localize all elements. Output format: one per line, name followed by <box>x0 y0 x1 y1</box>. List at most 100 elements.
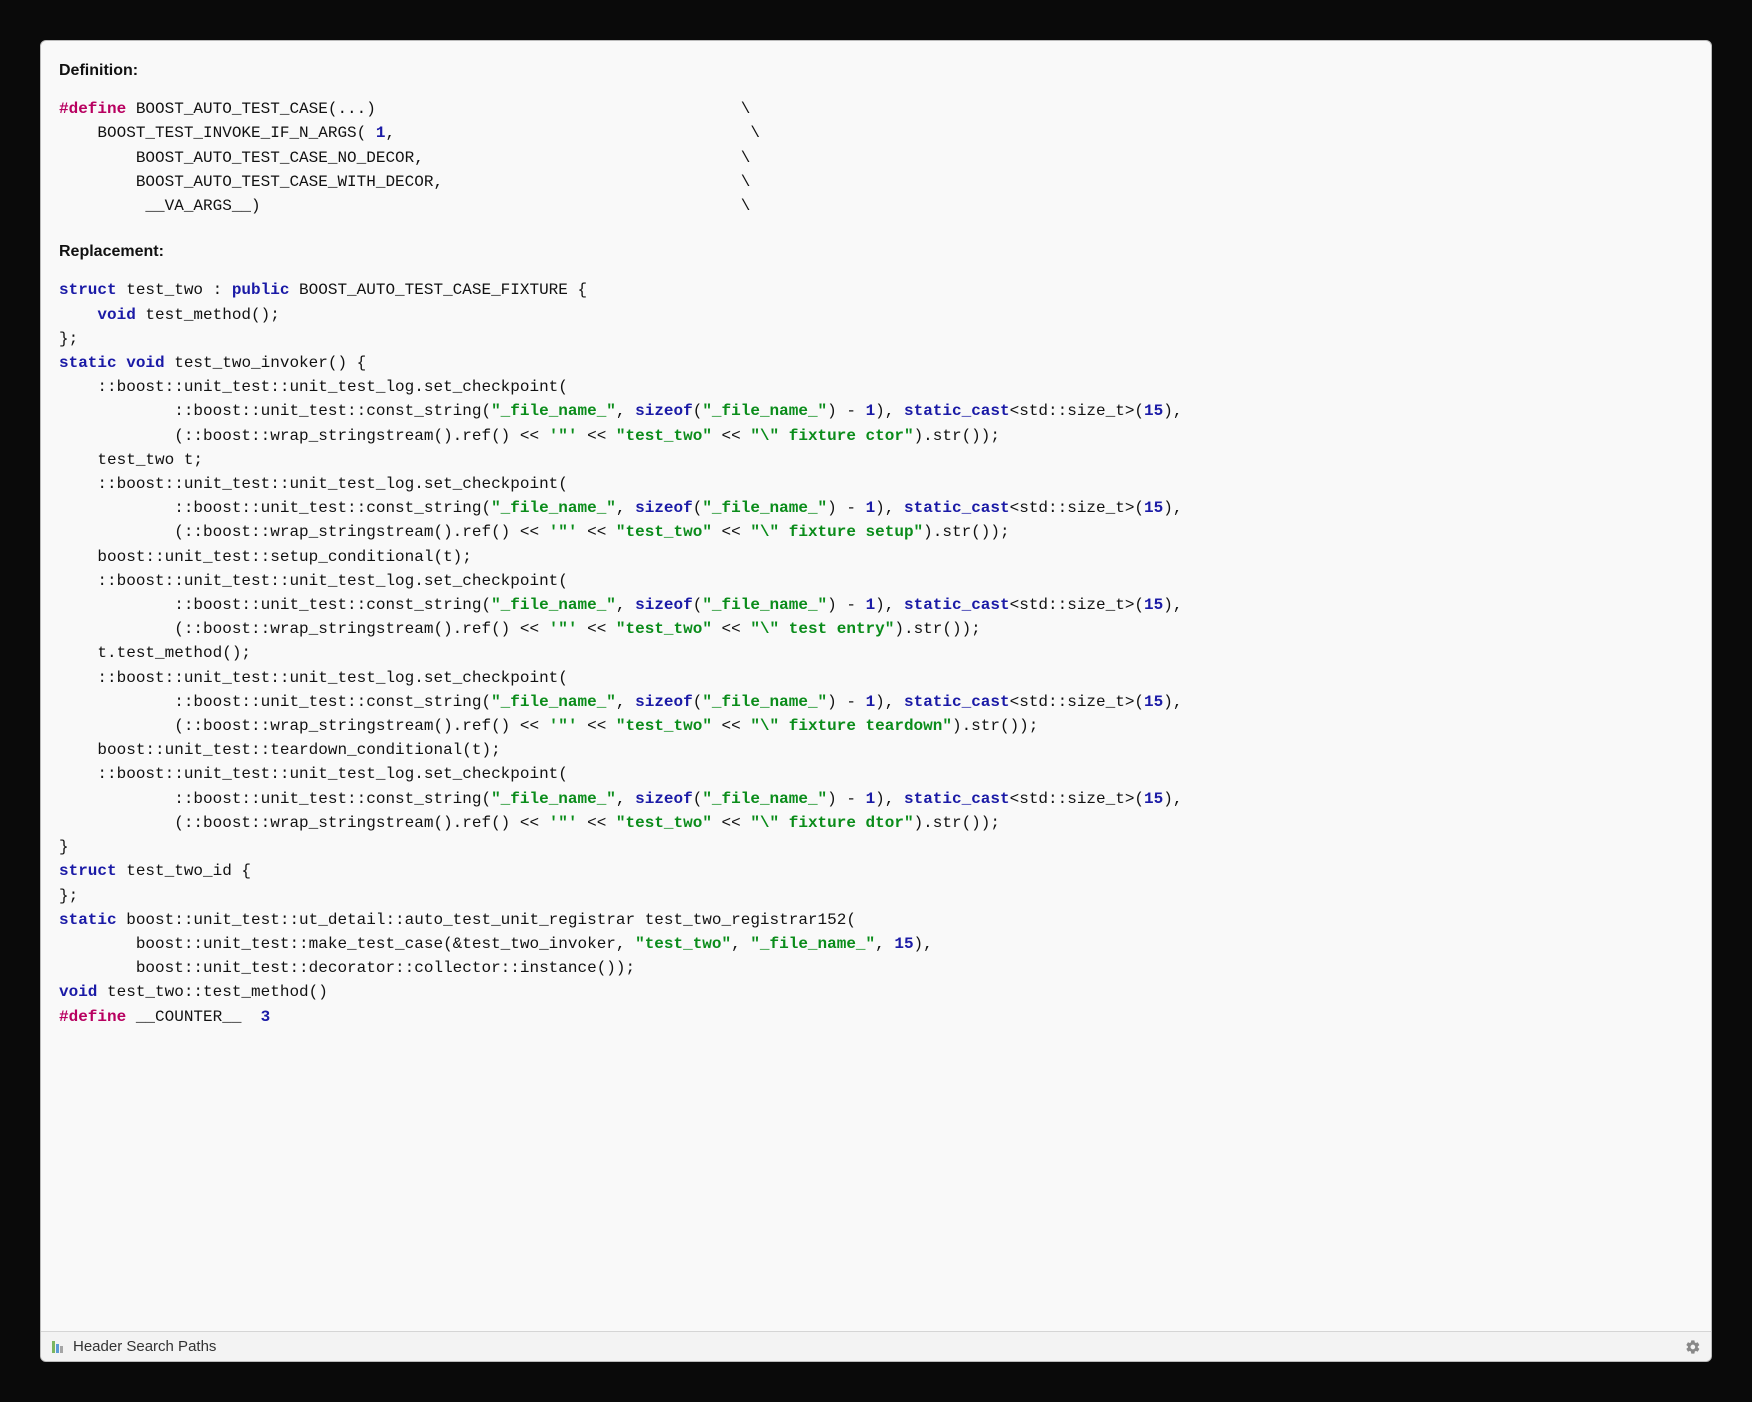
token: test_two_id { <box>117 862 251 880</box>
token: <std::size_t>( <box>1010 790 1144 808</box>
token: << <box>712 814 750 832</box>
token: static_cast <box>904 790 1010 808</box>
token: boost::unit_test::teardown_conditional(t… <box>59 741 501 759</box>
token: "test_two" <box>616 814 712 832</box>
replacement-code[interactable]: struct test_two : public BOOST_AUTO_TEST… <box>59 278 1693 1028</box>
token: ::boost::unit_test::unit_test_log.set_ch… <box>59 669 568 687</box>
token: test_two : <box>117 281 232 299</box>
token: << <box>712 717 750 735</box>
token: 1 <box>866 790 876 808</box>
token: ).str()); <box>914 814 1000 832</box>
token: ).str()); <box>923 523 1009 541</box>
token: << <box>578 523 616 541</box>
token: "\" fixture teardown" <box>750 717 952 735</box>
token: sizeof <box>635 402 693 420</box>
content-area[interactable]: Definition: #define BOOST_AUTO_TEST_CASE… <box>41 41 1711 1331</box>
token: << <box>578 814 616 832</box>
token: sizeof <box>635 499 693 517</box>
token: , \ <box>385 124 759 142</box>
token: '"' <box>549 717 578 735</box>
token: ), <box>875 402 904 420</box>
token: boost::unit_test::setup_conditional(t); <box>59 548 472 566</box>
token: sizeof <box>635 693 693 711</box>
token: ::boost::unit_test::unit_test_log.set_ch… <box>59 378 568 396</box>
token: "test_two" <box>616 717 712 735</box>
token: "_file_name_" <box>491 693 616 711</box>
token: __VA_ARGS__) \ <box>59 197 750 215</box>
token: } <box>59 838 69 856</box>
token: <std::size_t>( <box>1010 402 1144 420</box>
token: BOOST_TEST_INVOKE_IF_N_ARGS( <box>59 124 376 142</box>
token: ::boost::unit_test::unit_test_log.set_ch… <box>59 765 568 783</box>
token: "test_two" <box>616 523 712 541</box>
token: ) - <box>827 402 865 420</box>
token: ), <box>1163 790 1182 808</box>
token: , <box>616 790 635 808</box>
token: static_cast <box>904 499 1010 517</box>
token: BOOST_AUTO_TEST_CASE(...) \ <box>126 100 750 118</box>
token: << <box>578 620 616 638</box>
token: ( <box>693 596 703 614</box>
token: 1 <box>866 693 876 711</box>
token: BOOST_AUTO_TEST_CASE_WITH_DECOR, \ <box>59 173 750 191</box>
token: (::boost::wrap_stringstream().ref() << <box>59 620 549 638</box>
token: ), <box>1163 693 1182 711</box>
token: "_file_name_" <box>702 402 827 420</box>
token: test_two::test_method() <box>97 983 327 1001</box>
token: "_file_name_" <box>702 693 827 711</box>
token: ), <box>875 499 904 517</box>
token: 15 <box>1144 402 1163 420</box>
token: 1 <box>866 402 876 420</box>
token: << <box>578 427 616 445</box>
token: "test_two" <box>616 427 712 445</box>
token: <std::size_t>( <box>1010 693 1144 711</box>
token: boost::unit_test::decorator::collector::… <box>59 959 635 977</box>
token: #define <box>59 100 126 118</box>
token: ( <box>693 693 703 711</box>
token: __COUNTER__ <box>126 1008 260 1026</box>
token: ).str()); <box>894 620 980 638</box>
token: "_file_name_" <box>491 790 616 808</box>
token: static <box>59 354 117 372</box>
token: ::boost::unit_test::const_string( <box>59 693 491 711</box>
footer-label[interactable]: Header Search Paths <box>73 1338 216 1355</box>
token: <std::size_t>( <box>1010 499 1144 517</box>
token: << <box>712 427 750 445</box>
token: << <box>712 523 750 541</box>
token: ) - <box>827 596 865 614</box>
token: 3 <box>261 1008 271 1026</box>
token: void <box>126 354 164 372</box>
token: static <box>59 911 117 929</box>
token: ::boost::unit_test::const_string( <box>59 790 491 808</box>
token: (::boost::wrap_stringstream().ref() << <box>59 717 549 735</box>
token: "_file_name_" <box>702 596 827 614</box>
token: BOOST_AUTO_TEST_CASE_NO_DECOR, \ <box>59 149 750 167</box>
token: ).str()); <box>952 717 1038 735</box>
token: , <box>616 596 635 614</box>
token: << <box>578 717 616 735</box>
definition-code[interactable]: #define BOOST_AUTO_TEST_CASE(...) \ BOOS… <box>59 97 1693 218</box>
token: ) - <box>827 499 865 517</box>
token: }; <box>59 330 78 348</box>
token: t.test_method(); <box>59 644 251 662</box>
tooltip-panel: Definition: #define BOOST_AUTO_TEST_CASE… <box>40 40 1712 1362</box>
gear-icon[interactable] <box>1685 1339 1701 1355</box>
token: "\" fixture ctor" <box>750 427 913 445</box>
token: ) - <box>827 790 865 808</box>
token: boost::unit_test::make_test_case(&test_t… <box>59 935 635 953</box>
token: '"' <box>549 620 578 638</box>
token: "\" test entry" <box>750 620 894 638</box>
token: ), <box>1163 499 1182 517</box>
token: static_cast <box>904 693 1010 711</box>
token: ( <box>693 402 703 420</box>
token: , <box>616 402 635 420</box>
token: "_file_name_" <box>491 596 616 614</box>
token: void <box>97 306 135 324</box>
replacement-heading: Replacement: <box>59 240 1693 264</box>
token: BOOST_AUTO_TEST_CASE_FIXTURE { <box>289 281 587 299</box>
token: ).str()); <box>914 427 1000 445</box>
token: test_two t; <box>59 451 203 469</box>
token: static_cast <box>904 596 1010 614</box>
token: 15 <box>1144 499 1163 517</box>
token: static_cast <box>904 402 1010 420</box>
